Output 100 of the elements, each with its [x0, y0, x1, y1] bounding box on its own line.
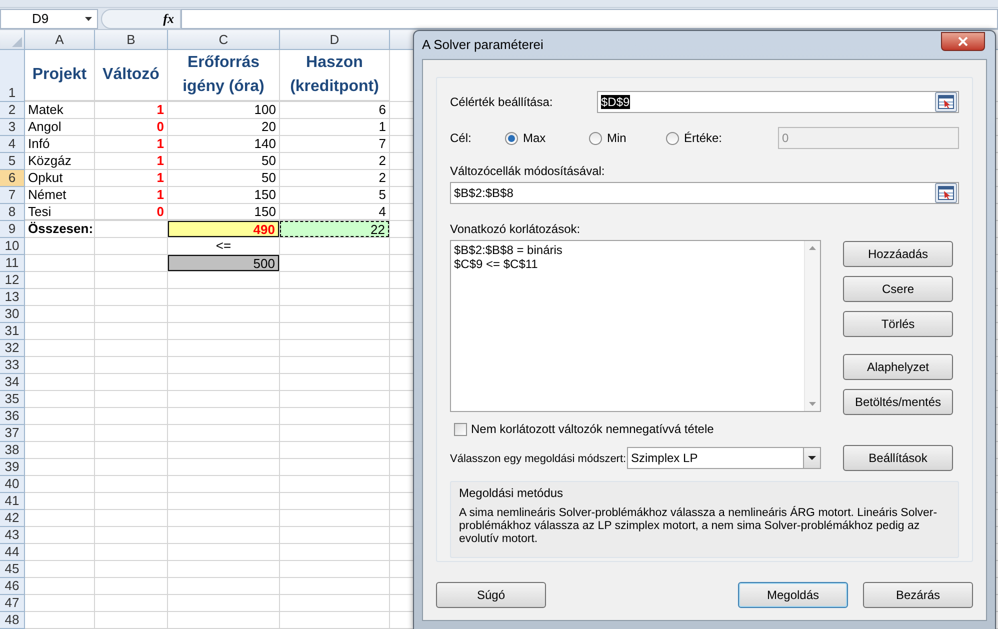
radio-option[interactable]: Min: [589, 129, 666, 147]
row-header[interactable]: 46: [0, 578, 25, 595]
table-cell: Német: [25, 187, 95, 204]
column-header[interactable]: C: [168, 30, 280, 49]
row-header[interactable]: 37: [0, 425, 25, 442]
row-header[interactable]: 40: [0, 476, 25, 493]
variable-cells-field[interactable]: $B$2:$B$8: [450, 182, 959, 204]
row-header[interactable]: 6: [0, 170, 25, 187]
field-label: Vonatkozó korlátozások:: [450, 221, 582, 237]
dialog-button[interactable]: Beállítások: [843, 445, 953, 471]
radio-button[interactable]: [505, 132, 518, 144]
column-header[interactable]: D: [280, 30, 390, 49]
objective-field[interactable]: $D$9: [597, 91, 959, 113]
row-header[interactable]: 38: [0, 442, 25, 459]
row-header[interactable]: 48: [0, 612, 25, 629]
table-cell: 140: [168, 136, 280, 153]
radio-option[interactable]: Max: [505, 129, 589, 147]
row-header[interactable]: 5: [0, 153, 25, 170]
row-header[interactable]: 47: [0, 595, 25, 612]
column-header[interactable]: B: [95, 30, 168, 49]
row-header[interactable]: 30: [0, 306, 25, 323]
row-header[interactable]: 7: [0, 187, 25, 204]
row-header[interactable]: 43: [0, 527, 25, 544]
table-cell: 50: [168, 153, 280, 170]
dialog-button[interactable]: Törlés: [843, 311, 953, 337]
table-cell: Közgáz: [25, 153, 95, 170]
table-cell: 1: [95, 170, 168, 187]
field-label: Célérték beállítása:: [450, 94, 554, 111]
field-label: Cél:: [450, 130, 472, 147]
table-cell: Angol: [25, 119, 95, 136]
table-cell: 1: [95, 187, 168, 204]
range-select-button[interactable]: [935, 183, 957, 203]
constraint-item[interactable]: $B$2:$B$8 = bináris: [454, 243, 804, 257]
close-button[interactable]: [941, 32, 985, 50]
table-cell: Összesen:: [25, 221, 95, 238]
row-header[interactable]: 34: [0, 374, 25, 391]
constraints-list[interactable]: $B$2:$B$8 = bináris $C$9 <= $C$11: [450, 240, 821, 412]
row-header[interactable]: 41: [0, 493, 25, 510]
dialog-button[interactable]: Csere: [843, 276, 953, 302]
row-header[interactable]: 35: [0, 391, 25, 408]
table-cell: 1: [95, 102, 168, 119]
dialog-button[interactable]: Betöltés/mentés: [843, 389, 953, 415]
row-header[interactable]: 12: [0, 272, 25, 289]
checkbox[interactable]: [454, 422, 467, 436]
column-header[interactable]: A: [25, 30, 95, 49]
close-icon: [958, 36, 968, 46]
formula-input[interactable]: [181, 8, 998, 28]
dropdown-caret-icon: [85, 16, 92, 20]
table-cell: 150: [168, 187, 280, 204]
field-label: Változócellák módosításával:: [450, 163, 606, 179]
range-select-icon: [938, 186, 954, 200]
table-cell: 50: [168, 170, 280, 187]
table-cell: 2: [280, 153, 390, 170]
name-box[interactable]: D9: [0, 8, 98, 28]
row-header[interactable]: 32: [0, 340, 25, 357]
nonnegative-option[interactable]: Nem korlátozott változók nemnegatívvá tétele: [450, 421, 959, 437]
table-cell: 1: [95, 136, 168, 153]
row-header[interactable]: 36: [0, 408, 25, 425]
dialog-button[interactable]: Bezárás: [863, 582, 973, 608]
row-header[interactable]: 13: [0, 289, 25, 306]
row-header[interactable]: 4: [0, 136, 25, 153]
method-select[interactable]: Szimplex LP: [627, 447, 821, 469]
radio-option[interactable]: Értéke:: [666, 129, 778, 147]
dialog-button[interactable]: Alaphelyzet: [843, 354, 953, 380]
table-cell: 2: [280, 170, 390, 187]
row-header[interactable]: 2: [0, 102, 25, 119]
radio-button[interactable]: [666, 132, 679, 144]
row-header[interactable]: 1: [0, 50, 25, 102]
row-header[interactable]: 45: [0, 561, 25, 578]
table-cell: 100: [168, 102, 280, 119]
table-cell: Opkut: [25, 170, 95, 187]
table-cell: Tesi: [25, 204, 95, 221]
table-cell: Projekt: [25, 50, 95, 102]
row-header[interactable]: 10: [0, 238, 25, 255]
row-header[interactable]: 42: [0, 510, 25, 527]
scroll-up-icon: [809, 246, 816, 250]
table-cell: 0: [95, 204, 168, 221]
dialog-button[interactable]: Megoldás: [738, 582, 848, 608]
row-header[interactable]: 3: [0, 119, 25, 136]
table-cell: Haszon (kreditpont): [280, 50, 390, 102]
row-header[interactable]: 44: [0, 544, 25, 561]
row-header[interactable]: 8: [0, 204, 25, 221]
formula-bar-grip: fx: [101, 8, 181, 28]
table-cell: Matek: [25, 102, 95, 119]
info-text: A sima nemlineáris Solver-problémákhoz válassza a nemlineáris ÁRG motort. Lineáris Solver-problémákhoz válassza az LP szimplex motort, a nem sima Solver-problémákhoz pedig az evolutív motort.: [459, 507, 938, 546]
radio-button[interactable]: [589, 132, 602, 144]
row-header[interactable]: 11: [0, 255, 25, 272]
row-header[interactable]: 33: [0, 357, 25, 374]
scrollbar[interactable]: [804, 241, 820, 411]
row-header[interactable]: 39: [0, 459, 25, 476]
table-cell: Változó: [95, 50, 168, 102]
table-cell: 500: [168, 255, 280, 272]
row-header[interactable]: 9: [0, 221, 25, 238]
dialog-button[interactable]: Hozzáadás: [843, 241, 953, 267]
range-select-button[interactable]: [935, 92, 957, 112]
constraint-item[interactable]: $C$9 <= $C$11: [454, 257, 804, 271]
range-select-icon: [938, 95, 954, 109]
dialog-button[interactable]: Súgó: [436, 582, 546, 608]
table-cell: Infó: [25, 136, 95, 153]
row-header[interactable]: 31: [0, 323, 25, 340]
